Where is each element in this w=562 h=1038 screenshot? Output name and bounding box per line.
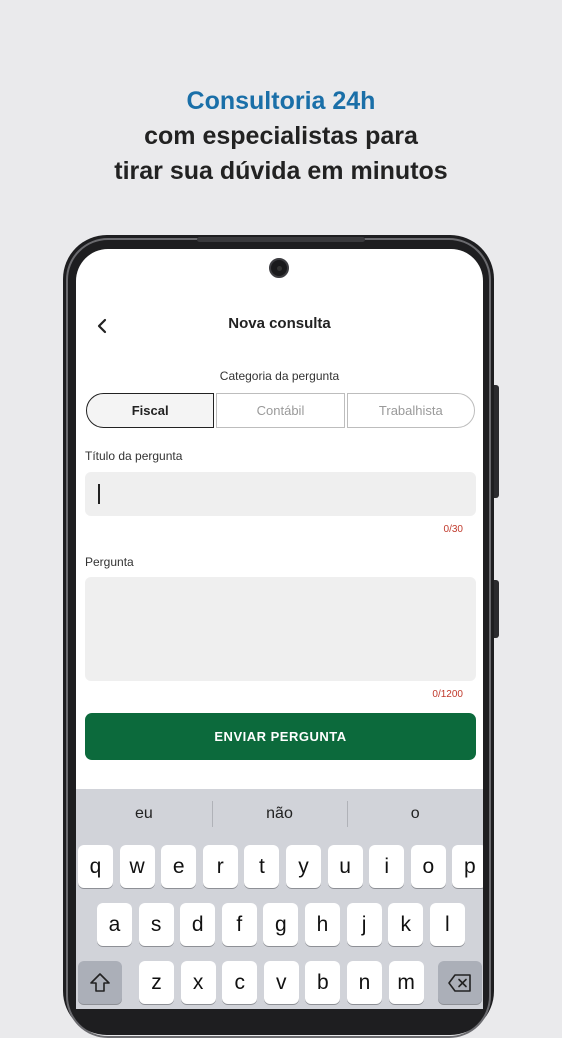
submit-question-button[interactable]: ENVIAR PERGUNTA (85, 713, 476, 760)
question-textarea[interactable] (85, 577, 476, 681)
key-n[interactable]: n (347, 961, 382, 1004)
headline-line-1: Consultoria 24h (186, 87, 376, 115)
key-j[interactable]: j (346, 903, 382, 946)
category-option-trabalhista[interactable]: Trabalhista (346, 393, 475, 428)
headline-line-2: com especialistas para (144, 122, 418, 150)
key-d[interactable]: d (180, 903, 216, 946)
key-h[interactable]: h (305, 903, 340, 946)
category-label: Categoria da pergunta (219, 369, 340, 383)
key-c[interactable]: c (222, 961, 258, 1004)
page-title: Nova consulta (228, 315, 331, 332)
key-x[interactable]: x (180, 961, 216, 1004)
key-a[interactable]: a (97, 903, 132, 946)
phone-volume-button (494, 385, 499, 498)
category-option-fiscal[interactable]: Fiscal (86, 393, 215, 428)
title-char-counter: 0/30 (443, 524, 463, 535)
key-b[interactable]: b (305, 961, 341, 1004)
key-r[interactable]: r (202, 845, 238, 888)
key-e[interactable]: e (161, 845, 197, 888)
phone-speaker (197, 237, 365, 242)
title-input[interactable] (85, 472, 476, 516)
key-m[interactable]: m (388, 961, 424, 1004)
suggestion-1[interactable]: eu (76, 805, 212, 823)
key-q[interactable]: q (78, 845, 113, 888)
key-u[interactable]: u (327, 845, 363, 888)
backspace-icon (448, 973, 471, 992)
question-char-counter: 0/1200 (432, 689, 463, 700)
phone-screen: Nova consulta Categoria da pergunta Fisc… (76, 249, 483, 1009)
promo-headline: Consultoria 24h com especialistas para t… (0, 84, 562, 189)
key-f[interactable]: f (221, 903, 257, 946)
key-i[interactable]: i (369, 845, 405, 888)
key-p[interactable]: p (452, 845, 483, 888)
title-field-label: Título da pergunta (85, 449, 183, 463)
onscreen-keyboard: eu não o qwertyuiop asdfghjkl zxcvbnm (76, 789, 483, 1009)
key-v[interactable]: v (263, 961, 299, 1004)
key-t[interactable]: t (244, 845, 280, 888)
key-y[interactable]: y (286, 845, 321, 888)
headline-line-3: tirar sua dúvida em minutos (114, 157, 448, 185)
key-w[interactable]: w (119, 845, 155, 888)
suggestion-bar: eu não o (76, 789, 483, 839)
key-k[interactable]: k (388, 903, 424, 946)
category-selector: Fiscal Contábil Trabalhista (86, 393, 475, 428)
key-l[interactable]: l (429, 903, 465, 946)
suggestion-2[interactable]: não (211, 801, 348, 827)
front-camera (269, 258, 289, 278)
key-z[interactable]: z (139, 961, 174, 1004)
delete-key[interactable] (438, 961, 482, 1004)
phone-power-button (494, 580, 499, 638)
key-o[interactable]: o (410, 845, 446, 888)
key-s[interactable]: s (138, 903, 174, 946)
category-option-contabil[interactable]: Contábil (216, 393, 345, 428)
suggestion-3[interactable]: o (347, 801, 483, 827)
shift-icon (90, 972, 110, 992)
key-g[interactable]: g (263, 903, 299, 946)
question-field-label: Pergunta (85, 555, 134, 569)
text-cursor (98, 484, 100, 504)
shift-key[interactable] (78, 961, 122, 1004)
